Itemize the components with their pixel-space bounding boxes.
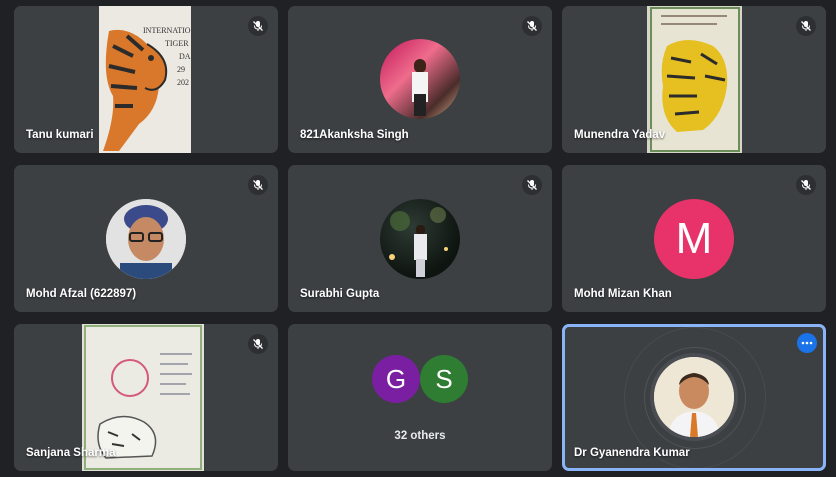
letter-avatar: M — [654, 199, 734, 279]
mic-off-icon — [796, 175, 816, 195]
more-options-icon[interactable] — [797, 333, 817, 353]
poster-text: INTERNATIO TIGER DA 29 202 — [143, 26, 191, 87]
participant-avatar — [106, 199, 186, 279]
mic-off-icon — [522, 16, 542, 36]
participant-avatar — [380, 39, 460, 119]
mic-off-icon — [796, 16, 816, 36]
participant-tile[interactable]: Mohd Afzal (622897) — [14, 165, 278, 312]
participant-tile[interactable]: M Mohd Mizan Khan — [562, 165, 826, 312]
letter-avatar: G — [372, 355, 420, 403]
participant-name: Munendra Yadav — [574, 129, 666, 141]
participant-tile[interactable]: INTERNATIO TIGER DA 29 202 Tanu kumari — [14, 6, 278, 153]
participant-tile[interactable]: Surabhi Gupta — [288, 165, 552, 312]
participant-name: Mohd Afzal (622897) — [26, 288, 137, 300]
participant-avatar — [380, 199, 460, 279]
participant-tile[interactable]: Sanjana Sharma — [14, 324, 278, 471]
mic-off-icon — [248, 334, 268, 354]
others-tile[interactable]: G S 32 others — [288, 324, 552, 471]
mic-off-icon — [522, 175, 542, 195]
participant-tile[interactable]: 821Akanksha Singh — [288, 6, 552, 153]
participant-name: Dr Gyanendra Kumar — [574, 447, 690, 459]
mic-off-icon — [248, 16, 268, 36]
active-speaker-tile[interactable]: Dr Gyanendra Kumar — [562, 324, 826, 471]
participant-name: Surabhi Gupta — [300, 288, 380, 300]
participant-name: Mohd Mizan Khan — [574, 288, 672, 300]
mic-off-icon — [248, 175, 268, 195]
letter-avatar: S — [420, 355, 468, 403]
video-drawing-tiger-poster: INTERNATIO TIGER DA 29 202 — [99, 6, 191, 153]
participant-tile[interactable]: Munendra Yadav — [562, 6, 826, 153]
participant-name: Tanu kumari — [26, 129, 94, 141]
participant-name: 821Akanksha Singh — [300, 129, 409, 141]
others-count-label: 32 others — [394, 430, 446, 442]
participant-avatar — [650, 353, 738, 441]
participant-name: Sanjana Sharma — [26, 447, 116, 459]
